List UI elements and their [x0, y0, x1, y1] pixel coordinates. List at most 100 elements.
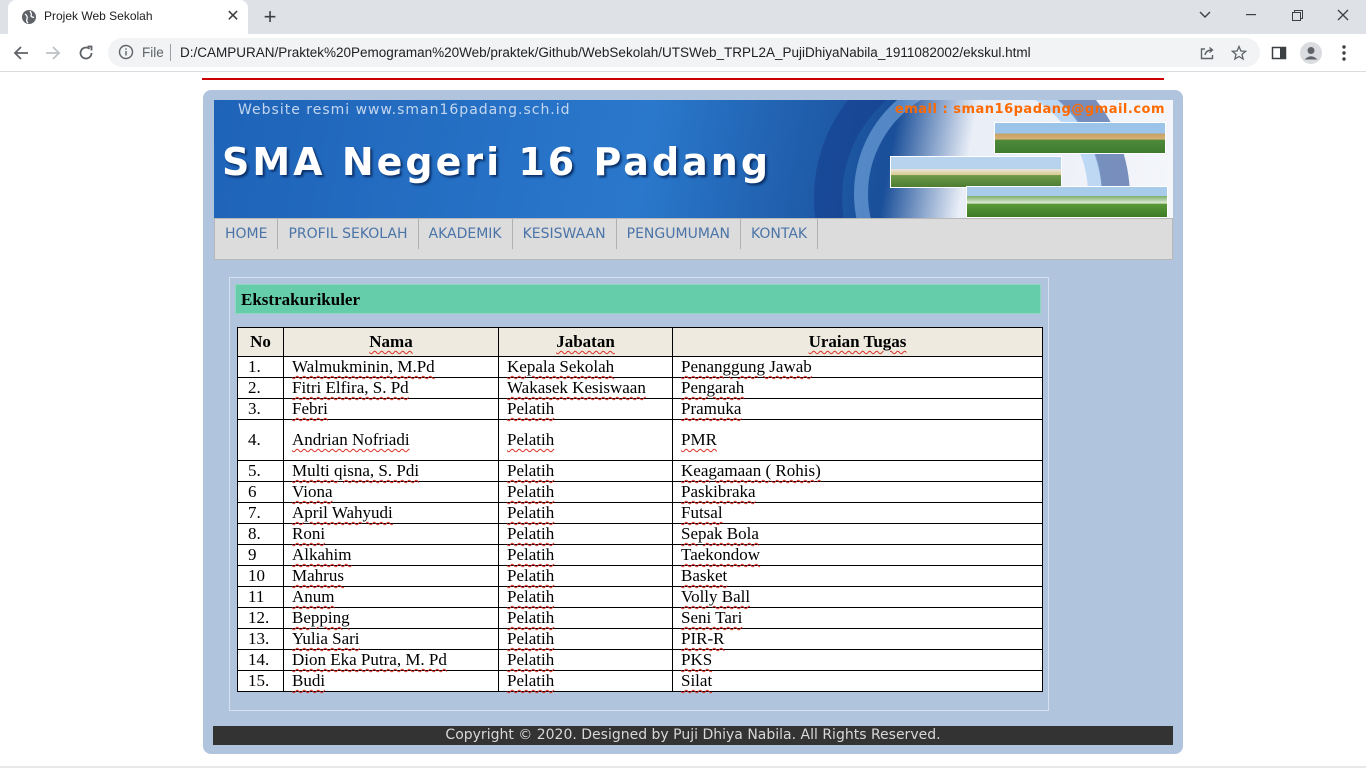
- cell-jabatan: Pelatih: [498, 670, 673, 692]
- col-header-jabatan: Jabatan: [498, 327, 673, 357]
- tab-search-icon[interactable]: [1182, 0, 1228, 30]
- section-heading: Ekstrakurikuler: [235, 284, 1041, 314]
- cell-uraian: Silat: [672, 670, 1043, 692]
- cell-uraian: Pengarah: [672, 377, 1043, 399]
- cell-nama: Bepping: [283, 607, 499, 629]
- cell-nama: Andrian Nofriadi: [283, 419, 499, 461]
- forward-arrow-icon[interactable]: [40, 40, 66, 66]
- cell-no: 8.: [237, 523, 284, 545]
- cell-jabatan: Pelatih: [498, 628, 673, 650]
- cell-no: 6: [237, 481, 284, 503]
- url-text[interactable]: D:/CAMPURAN/Praktek%20Pemograman%20Web/p…: [180, 45, 1031, 60]
- school-photo: [994, 122, 1166, 154]
- cell-no: 11: [237, 586, 284, 608]
- ekskul-table: No Nama Jabatan Uraian Tugas 1. Walmukmin…: [237, 327, 1043, 692]
- nav-home[interactable]: HOME: [215, 219, 279, 249]
- cell-jabatan: Kepala Sekolah: [498, 356, 673, 378]
- cell-uraian: Futsal: [672, 502, 1043, 524]
- cell-nama: Walmukminin, M.Pd: [283, 356, 499, 378]
- protocol-label: File: [142, 45, 164, 60]
- table-row: 15. Budi Pelatih Silat: [237, 670, 1043, 692]
- cell-nama: Dion Eka Putra, M. Pd: [283, 649, 499, 671]
- cell-uraian: Taekondow: [672, 544, 1043, 566]
- col-header-uraian: Uraian Tugas: [672, 327, 1043, 357]
- col-header-nama: Nama: [283, 327, 499, 357]
- share-icon[interactable]: [1198, 44, 1216, 62]
- table-row: 11 Anum Pelatih Volly Ball: [237, 586, 1043, 608]
- table-row: 1. Walmukminin, M.Pd Kepala Sekolah Penangg…: [237, 356, 1043, 378]
- cell-no: 13.: [237, 628, 284, 650]
- cell-no: 9: [237, 544, 284, 566]
- cell-jabatan: Pelatih: [498, 398, 673, 420]
- side-panel-icon[interactable]: [1268, 42, 1290, 64]
- table-row: 2. Fitri Elfira, S. Pd Wakasek Kesiswaan Pe…: [237, 377, 1043, 399]
- reload-icon[interactable]: [73, 40, 99, 66]
- close-window-icon[interactable]: [1320, 0, 1366, 30]
- cell-uraian: Penanggung Jawab: [672, 356, 1043, 378]
- back-arrow-icon[interactable]: [8, 40, 34, 66]
- cell-no: 7.: [237, 502, 284, 524]
- content-panel: Ekstrakurikuler No Nama Jabatan Uraian T…: [229, 277, 1049, 711]
- cell-no: 3.: [237, 398, 284, 420]
- browser-tab[interactable]: Projek Web Sekolah ✕: [8, 0, 248, 34]
- cell-no: 4.: [237, 419, 284, 461]
- cell-uraian: Sepak Bola: [672, 523, 1043, 545]
- table-row: 13. Yulia Sari Pelatih PIR-R: [237, 628, 1043, 650]
- new-tab-icon[interactable]: +: [258, 5, 282, 29]
- cell-no: 5.: [237, 460, 284, 482]
- cell-uraian: PIR-R: [672, 628, 1043, 650]
- cell-no: 2.: [237, 377, 284, 399]
- cell-jabatan: Pelatih: [498, 481, 673, 503]
- mosque-photo: [890, 156, 1062, 188]
- cell-jabatan: Pelatih: [498, 586, 673, 608]
- cell-uraian: Paskibraka: [672, 481, 1043, 503]
- banner-website-text: Website resmi www.sman16padang.sch.id: [238, 102, 571, 118]
- address-bar[interactable]: File D:/CAMPURAN/Praktek%20Pemograman%20…: [108, 38, 1260, 67]
- tab-strip: Projek Web Sekolah ✕ +: [0, 0, 1366, 34]
- cell-no: 14.: [237, 649, 284, 671]
- nav-akademik[interactable]: AKADEMIK: [419, 219, 513, 249]
- tab-title: Projek Web Sekolah: [44, 9, 153, 23]
- nav-kesiswaan[interactable]: KESISWAAN: [513, 219, 617, 249]
- divider: [170, 44, 171, 61]
- nav-kontak[interactable]: KONTAK: [741, 219, 819, 249]
- minimize-icon[interactable]: [1228, 0, 1274, 30]
- cell-no: 15.: [237, 670, 284, 692]
- banner-school-name: SMA Negeri 16 Padang: [222, 140, 772, 184]
- cell-nama: April Wahyudi: [283, 502, 499, 524]
- kebab-menu-icon[interactable]: [1333, 42, 1355, 64]
- restore-icon[interactable]: [1274, 0, 1320, 30]
- cell-no: 1.: [237, 356, 284, 378]
- profile-icon[interactable]: [1300, 42, 1322, 64]
- cell-nama: Budi: [283, 670, 499, 692]
- cell-jabatan: Pelatih: [498, 502, 673, 524]
- nav-profil-sekolah[interactable]: PROFIL SEKOLAH: [278, 219, 419, 249]
- cell-nama: Viona: [283, 481, 499, 503]
- cell-uraian: PKS: [672, 649, 1043, 671]
- table-row: 4. Andrian Nofriadi Pelatih PMR: [237, 419, 1043, 461]
- site-footer: Copyright © 2020. Designed by Puji Dhiya…: [213, 726, 1173, 745]
- close-tab-icon[interactable]: ✕: [224, 8, 242, 26]
- cell-no: 10: [237, 565, 284, 587]
- banner-email-text: email : sman16padang@gmail.com: [894, 102, 1165, 117]
- cell-uraian: Seni Tari: [672, 607, 1043, 629]
- browser-toolbar: File D:/CAMPURAN/Praktek%20Pemograman%20…: [0, 34, 1366, 72]
- site-wrapper: Website resmi www.sman16padang.sch.id em…: [203, 90, 1183, 754]
- main-nav: HOME PROFIL SEKOLAH AKADEMIK KESISWAAN P…: [214, 218, 1173, 260]
- table-row: 10 Mahrus Pelatih Basket: [237, 565, 1043, 587]
- nav-pengumuman[interactable]: PENGUMUMAN: [617, 219, 741, 249]
- cell-jabatan: Pelatih: [498, 607, 673, 629]
- cell-uraian: Basket: [672, 565, 1043, 587]
- cell-jabatan: Pelatih: [498, 544, 673, 566]
- table-row: 7. April Wahyudi Pelatih Futsal: [237, 502, 1043, 524]
- top-accent-line: [202, 78, 1164, 80]
- cell-no: 12.: [237, 607, 284, 629]
- cell-jabatan: Pelatih: [498, 523, 673, 545]
- info-icon[interactable]: [118, 44, 134, 60]
- cell-nama: Mahrus: [283, 565, 499, 587]
- star-icon[interactable]: [1230, 44, 1248, 62]
- table-header-row: No Nama Jabatan Uraian Tugas: [237, 327, 1043, 357]
- cell-nama: Yulia Sari: [283, 628, 499, 650]
- table-row: 12. Bepping Pelatih Seni Tari: [237, 607, 1043, 629]
- cell-uraian: Volly Ball: [672, 586, 1043, 608]
